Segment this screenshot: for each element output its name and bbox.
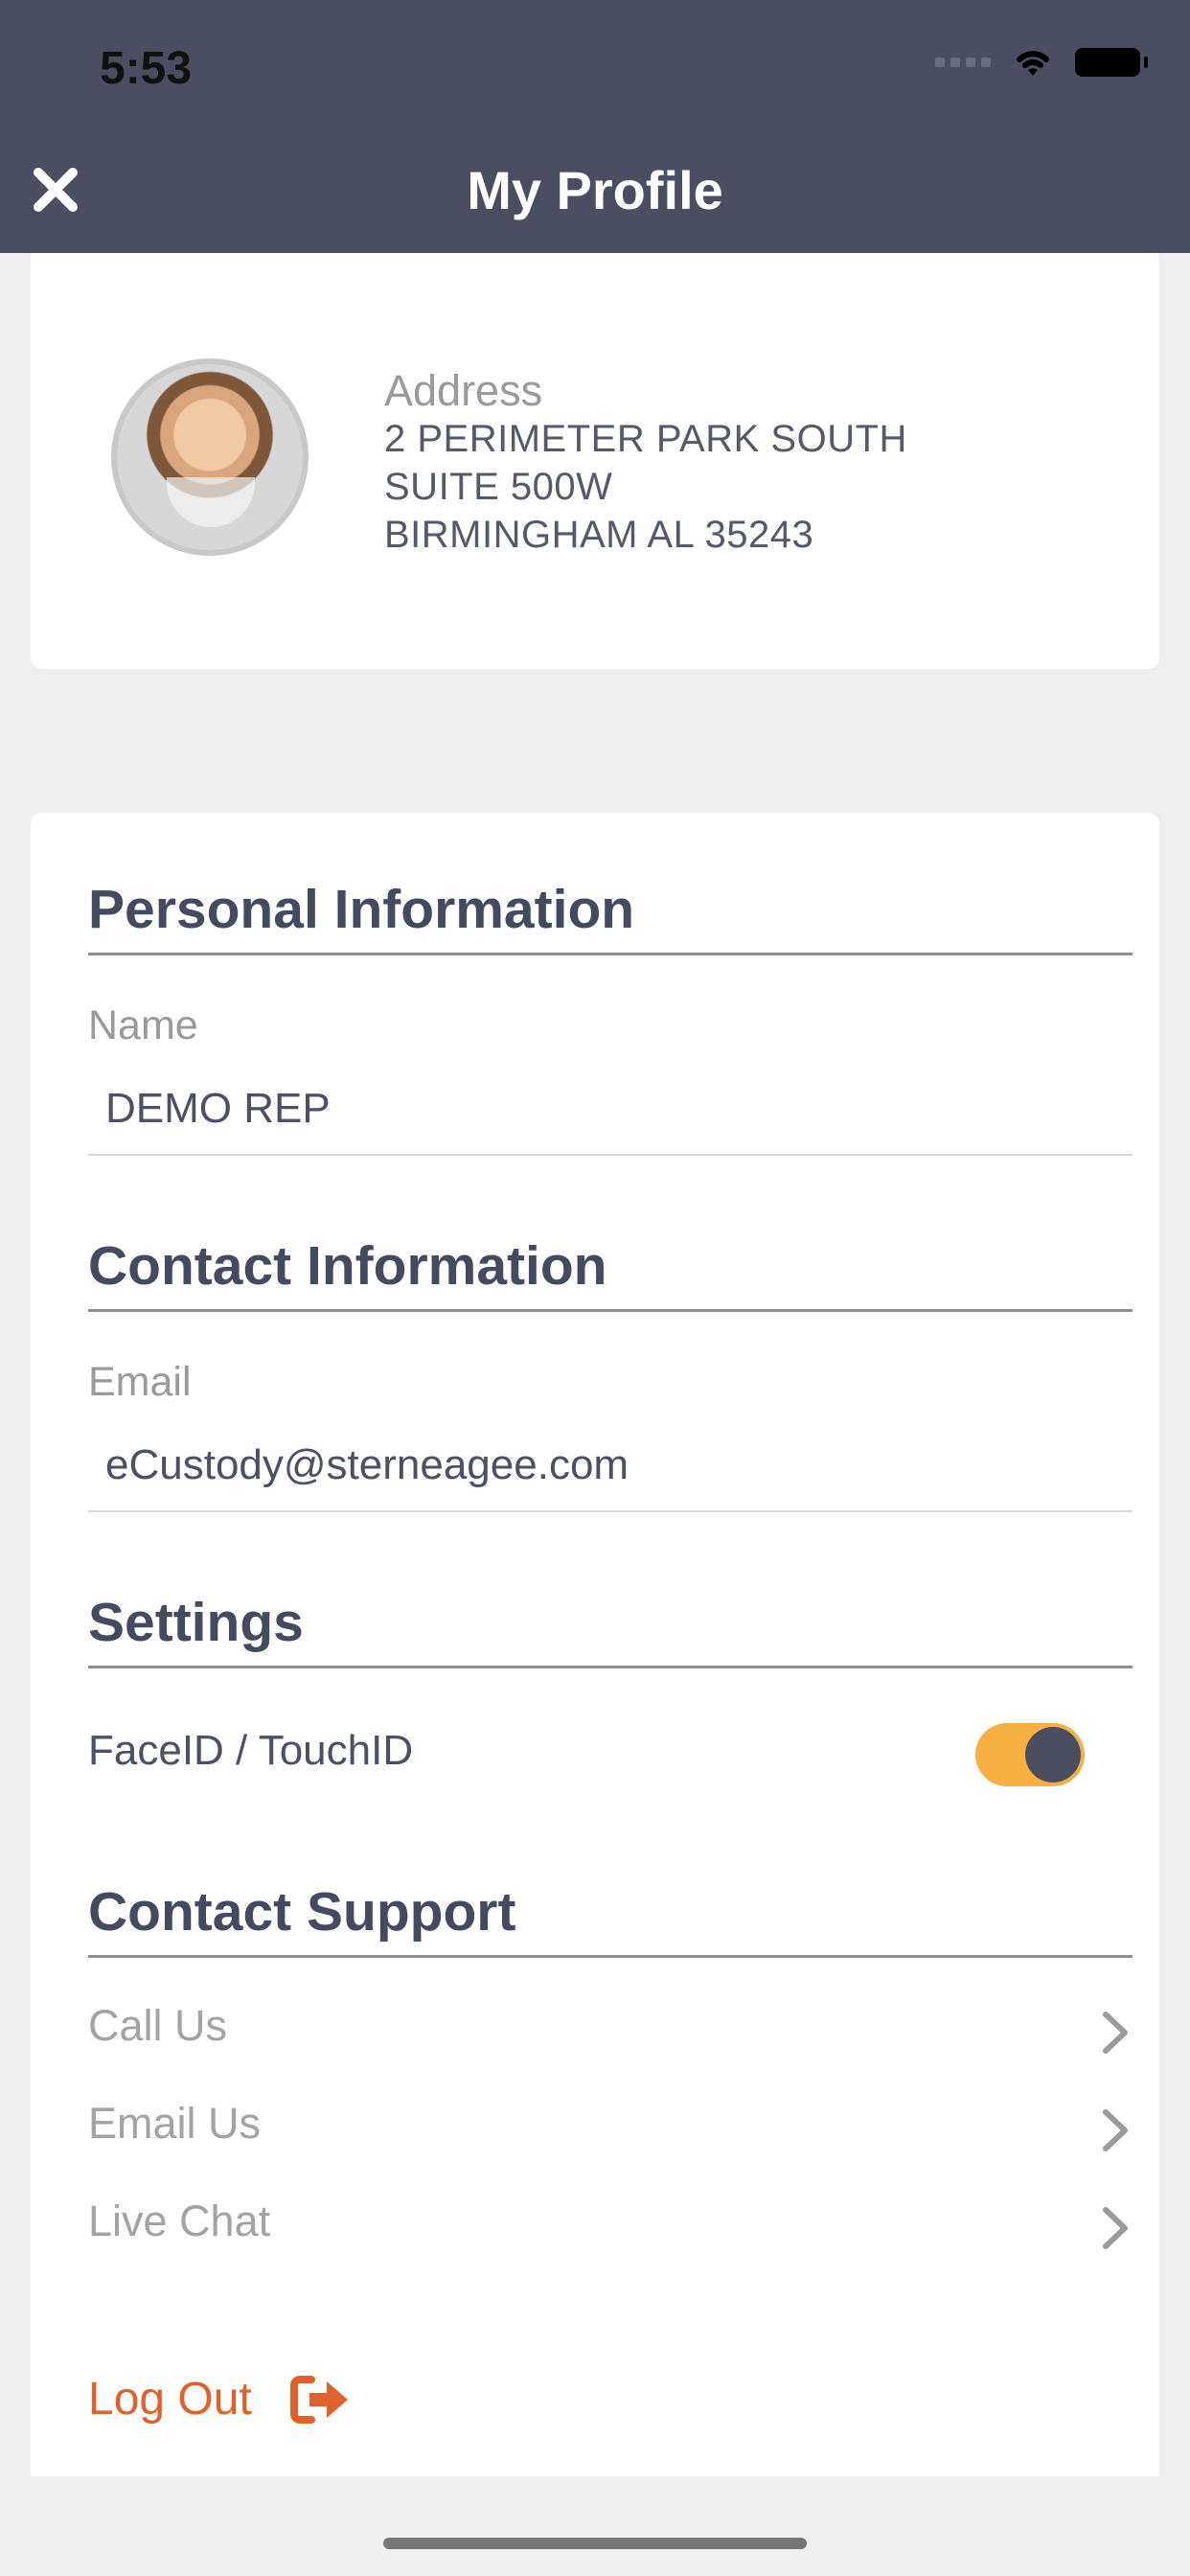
field-divider — [88, 1154, 1133, 1156]
profile-details-card: Personal Information Name DEMO REP Conta… — [31, 813, 1159, 2476]
section-divider — [88, 1309, 1133, 1312]
status-bar-time: 5:53 — [100, 43, 193, 94]
support-item-email-us[interactable]: Email Us — [88, 2087, 1133, 2164]
faceid-label: FaceID / TouchID — [88, 1727, 414, 1774]
navigation-header: 5:53 My Profile — [0, 0, 1190, 253]
address-line-1: 2 PERIMETER PARK SOUTH — [384, 418, 907, 460]
name-label: Name — [88, 1002, 198, 1048]
support-item-label: Call Us — [88, 2001, 228, 2050]
section-divider — [88, 1666, 1133, 1668]
page-title: My Profile — [467, 160, 723, 220]
support-item-label: Live Chat — [88, 2196, 271, 2245]
name-field[interactable]: DEMO REP — [105, 1085, 331, 1133]
avatar — [111, 358, 309, 556]
status-bar-icons — [935, 46, 1148, 79]
battery-icon — [1075, 48, 1148, 77]
logout-button[interactable]: Log Out — [88, 2373, 352, 2426]
logout-label: Log Out — [88, 2374, 252, 2425]
support-item-call-us[interactable]: Call Us — [88, 1990, 1133, 2066]
faceid-toggle[interactable] — [975, 1723, 1085, 1786]
section-title-support: Contact Support — [88, 1881, 516, 1943]
profile-card: Address 2 PERIMETER PARK SOUTH SUITE 500… — [31, 253, 1159, 669]
email-field[interactable]: eCustody@sterneagee.com — [105, 1441, 629, 1489]
section-title-contact: Contact Information — [88, 1235, 607, 1297]
address-line-3: BIRMINGHAM AL 35243 — [384, 514, 814, 556]
support-item-label: Email Us — [88, 2099, 262, 2148]
wifi-icon — [1017, 51, 1049, 76]
section-title-personal: Personal Information — [88, 879, 635, 940]
home-indicator[interactable] — [383, 2538, 807, 2549]
section-title-settings: Settings — [88, 1592, 304, 1653]
chevron-right-icon — [1103, 2207, 1128, 2249]
email-label: Email — [88, 1359, 192, 1405]
section-divider — [88, 1955, 1133, 1958]
field-divider — [88, 1510, 1133, 1512]
support-item-live-chat[interactable]: Live Chat — [88, 2185, 1133, 2262]
toggle-knob — [1025, 1727, 1081, 1782]
logout-icon — [289, 2375, 348, 2424]
chevron-right-icon — [1103, 2109, 1128, 2151]
address-line-2: SUITE 500W — [384, 466, 613, 508]
section-divider — [88, 953, 1133, 955]
address-label: Address — [384, 366, 543, 415]
chevron-right-icon — [1103, 2012, 1128, 2054]
cellular-signal-icon — [935, 58, 991, 67]
